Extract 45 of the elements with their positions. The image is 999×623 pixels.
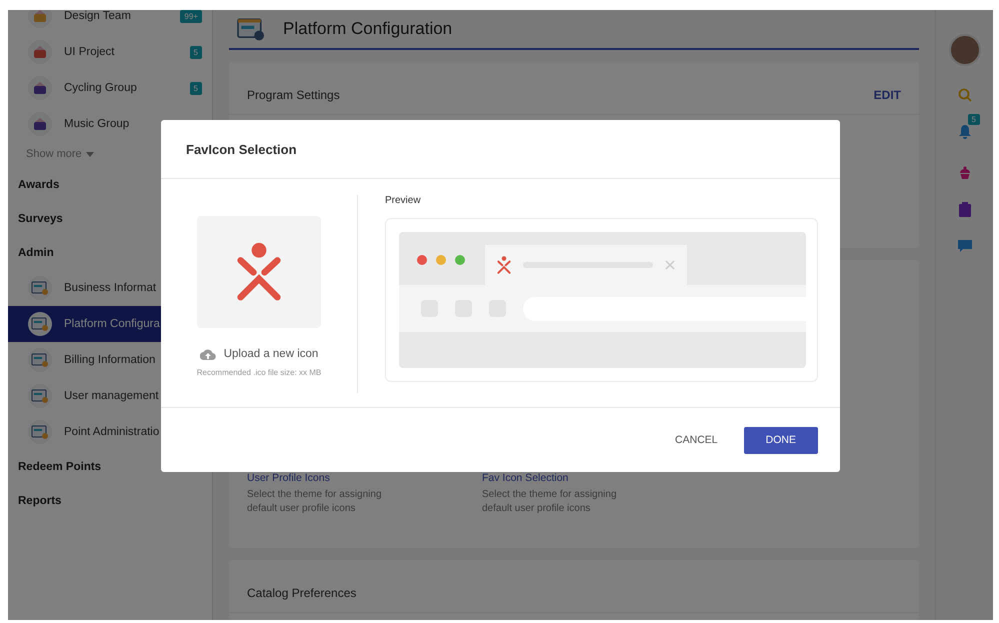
notification-badge: 5: [968, 114, 980, 125]
settings-panel-icon: [31, 316, 49, 332]
count-badge: 5: [190, 46, 202, 58]
cloud-upload-icon: [200, 348, 216, 360]
card-title: Catalog Preferences: [247, 586, 356, 600]
sidebar-item[interactable]: Point Administratio: [8, 414, 212, 450]
cancel-button[interactable]: CANCEL: [675, 426, 718, 454]
sidebar-item[interactable]: User management: [8, 378, 212, 414]
person-logo-icon: [497, 256, 511, 274]
chat-icon[interactable]: [958, 239, 972, 252]
option-link[interactable]: Fav Icon Selection: [482, 472, 647, 484]
settings-panel-icon: [31, 388, 49, 404]
count-badge: 5: [190, 82, 202, 94]
settings-panel-icon: [235, 16, 267, 42]
sidebar-item[interactable]: Business Informat: [8, 270, 212, 306]
count-badge: 99+: [180, 10, 202, 22]
settings-panel-icon: [31, 352, 49, 368]
done-button[interactable]: DONE: [744, 426, 818, 454]
clipboard-icon[interactable]: [958, 202, 970, 217]
preview-label: Preview: [385, 195, 422, 206]
sidebar-item[interactable]: Design Team: [64, 10, 168, 22]
settings-panel-icon: [31, 280, 49, 296]
close-icon: [665, 260, 675, 270]
person-logo-icon: [236, 242, 282, 302]
window-dot: [436, 255, 446, 265]
card-title: Program Settings: [247, 88, 340, 102]
caret-icon: [86, 152, 94, 156]
bell-icon[interactable]: [958, 124, 972, 139]
settings-panel-icon: [31, 424, 49, 440]
page-title: Platform Configuration: [283, 19, 452, 39]
edit-button[interactable]: EDIT: [874, 88, 901, 102]
sidebar-section[interactable]: Reports: [8, 484, 212, 518]
sidebar-item[interactable]: UI Project: [64, 46, 178, 58]
upload-button[interactable]: Upload a new icon: [200, 348, 318, 360]
option-description: Select the theme for assigning default user profile icons: [247, 488, 383, 516]
window-dot: [455, 255, 465, 265]
option-link[interactable]: User Profile Icons: [247, 472, 412, 484]
upload-hint: Recommended .ico file size: xx MB: [196, 368, 322, 377]
option-description: Select the theme for assigning default user profile icons: [482, 488, 618, 516]
avatar[interactable]: [948, 34, 980, 66]
search-icon[interactable]: [958, 88, 972, 102]
dialog-title: FavIcon Selection: [186, 142, 297, 156]
cupcake-icon[interactable]: [958, 166, 970, 180]
sidebar-item[interactable]: Cycling Group: [64, 82, 178, 94]
window-dot: [417, 255, 427, 265]
